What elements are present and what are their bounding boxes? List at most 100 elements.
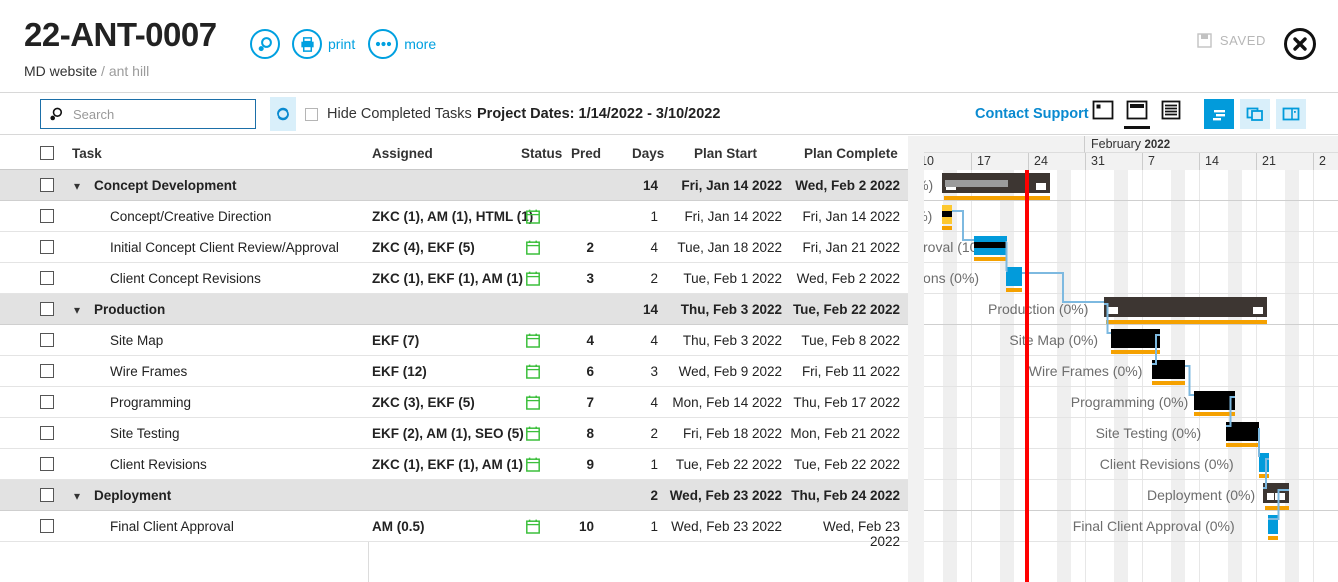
column-header-plan-start[interactable]: Plan Start: [694, 146, 757, 161]
predecessor-link[interactable]: 2: [572, 240, 594, 255]
more-label[interactable]: more: [404, 36, 436, 52]
row-checkbox[interactable]: [40, 178, 54, 192]
table-row[interactable]: Initial Concept Client Review/ApprovalZK…: [0, 232, 916, 263]
assigned-resources[interactable]: EKF (7): [372, 333, 419, 348]
table-row[interactable]: Site TestingEKF (2), AM (1), SEO (5)82Fr…: [0, 418, 916, 449]
task-name[interactable]: Concept Development: [94, 178, 237, 193]
gantt-task-bar[interactable]: [1226, 422, 1259, 441]
task-name[interactable]: Client Revisions: [110, 457, 207, 472]
hide-completed-checkbox[interactable]: [305, 108, 318, 121]
task-name[interactable]: Client Concept Revisions: [110, 271, 261, 286]
assigned-resources[interactable]: ZKC (1), EKF (1), AM (1): [372, 271, 523, 286]
mode-panel-button[interactable]: [1276, 99, 1306, 129]
collapse-caret-icon[interactable]: ▾: [74, 179, 80, 193]
assigned-resources[interactable]: ZKC (1), AM (1), HTML (1): [372, 209, 533, 224]
layout-card-view-button[interactable]: [1092, 99, 1114, 121]
gantt-row[interactable]: Site Testing (0%): [916, 418, 1338, 449]
predecessor-link[interactable]: 3: [572, 271, 594, 286]
status-calendar-icon[interactable]: [526, 395, 540, 415]
gantt-row[interactable]: Client Concept Revisions (0%): [916, 263, 1338, 294]
predecessor-link[interactable]: 8: [572, 426, 594, 441]
pane-resize-handle[interactable]: [908, 136, 924, 582]
gantt-row[interactable]: Concept Development (0%): [916, 170, 1338, 201]
table-row[interactable]: Wire FramesEKF (12)63Wed, Feb 9 2022Fri,…: [0, 356, 916, 387]
table-group-row[interactable]: ▾Deployment2Wed, Feb 23 2022Thu, Feb 24 …: [0, 480, 916, 511]
table-group-row[interactable]: ▾Concept Development14Fri, Jan 14 2022We…: [0, 170, 916, 201]
assigned-resources[interactable]: EKF (2), AM (1), SEO (5): [372, 426, 524, 441]
row-checkbox[interactable]: [40, 240, 54, 254]
gantt-row[interactable]: Concept/Creative Direction (100%): [916, 201, 1338, 232]
row-checkbox[interactable]: [40, 271, 54, 285]
table-row[interactable]: Site MapEKF (7)44Thu, Feb 3 2022Tue, Feb…: [0, 325, 916, 356]
gantt-summary-bar[interactable]: [1104, 297, 1267, 317]
layout-list-view-button[interactable]: [1160, 99, 1182, 121]
table-group-row[interactable]: ▾Production14Thu, Feb 3 2022Tue, Feb 22 …: [0, 294, 916, 325]
search-input[interactable]: [71, 106, 241, 123]
column-header-status[interactable]: Status: [521, 146, 562, 161]
breadcrumb-project[interactable]: MD website: [24, 63, 97, 79]
column-header-assigned[interactable]: Assigned: [372, 146, 433, 161]
mode-board-button[interactable]: [1240, 99, 1270, 129]
gantt-row[interactable]: Programming (0%): [916, 387, 1338, 418]
gantt-row[interactable]: Final Client Approval (0%): [916, 511, 1338, 542]
search-project-button[interactable]: [250, 29, 280, 59]
column-header-pred[interactable]: Pred: [571, 146, 601, 161]
column-header-task[interactable]: Task: [72, 146, 102, 161]
breadcrumb-item[interactable]: ant hill: [109, 63, 149, 79]
task-name[interactable]: Wire Frames: [110, 364, 187, 379]
gantt-task-bar[interactable]: [1194, 391, 1235, 410]
status-calendar-icon[interactable]: [526, 364, 540, 384]
task-name[interactable]: Deployment: [94, 488, 171, 503]
row-checkbox[interactable]: [40, 457, 54, 471]
predecessor-link[interactable]: 6: [572, 364, 594, 379]
mode-gantt-button[interactable]: [1204, 99, 1234, 129]
predecessor-link[interactable]: 7: [572, 395, 594, 410]
status-calendar-icon[interactable]: [526, 426, 540, 446]
row-checkbox[interactable]: [40, 519, 54, 533]
predecessor-link[interactable]: 4: [572, 333, 594, 348]
row-checkbox[interactable]: [40, 364, 54, 378]
status-calendar-icon[interactable]: [526, 519, 540, 539]
assigned-resources[interactable]: ZKC (3), EKF (5): [372, 395, 475, 410]
row-checkbox[interactable]: [40, 488, 54, 502]
task-name[interactable]: Programming: [110, 395, 191, 410]
status-calendar-icon[interactable]: [526, 240, 540, 260]
gantt-task-bar[interactable]: [1259, 453, 1269, 472]
row-checkbox[interactable]: [40, 333, 54, 347]
gantt-task-bar[interactable]: [1268, 515, 1278, 534]
row-checkbox[interactable]: [40, 209, 54, 223]
gantt-row[interactable]: Deployment (0%): [916, 480, 1338, 511]
status-calendar-icon[interactable]: [526, 333, 540, 353]
select-all-checkbox[interactable]: [40, 146, 54, 160]
hide-completed-tasks-toggle[interactable]: Hide Completed Tasks: [305, 106, 472, 122]
task-name[interactable]: Site Map: [110, 333, 163, 348]
refresh-button[interactable]: [270, 97, 296, 131]
column-header-days[interactable]: Days: [632, 146, 664, 161]
predecessor-link[interactable]: 10: [572, 519, 594, 534]
task-name[interactable]: Site Testing: [110, 426, 180, 441]
search-box[interactable]: [40, 99, 256, 129]
task-name[interactable]: Production: [94, 302, 165, 317]
gantt-task-bar[interactable]: [1111, 329, 1160, 348]
gantt-row[interactable]: Production (0%): [916, 294, 1338, 325]
print-button[interactable]: [292, 29, 322, 59]
collapse-caret-icon[interactable]: ▾: [74, 303, 80, 317]
table-row[interactable]: Client Concept Revisions ZKC (1), EKF (1)…: [0, 263, 916, 294]
layout-split-view-button[interactable]: [1126, 99, 1148, 121]
gantt-row[interactable]: Initial Concept Client Review/Approval (…: [916, 232, 1338, 263]
table-row[interactable]: Concept/Creative Direction ZKC (1), AM (1…: [0, 201, 916, 232]
assigned-resources[interactable]: AM (0.5): [372, 519, 425, 534]
table-row[interactable]: Final Client ApprovalAM (0.5)101Wed, Feb…: [0, 511, 916, 542]
close-button[interactable]: [1284, 28, 1316, 60]
assigned-resources[interactable]: EKF (12): [372, 364, 427, 379]
row-checkbox[interactable]: [40, 302, 54, 316]
assigned-resources[interactable]: ZKC (4), EKF (5): [372, 240, 475, 255]
collapse-caret-icon[interactable]: ▾: [74, 489, 80, 503]
task-name[interactable]: Concept/Creative Direction: [110, 209, 271, 224]
status-calendar-icon[interactable]: [526, 209, 540, 229]
gantt-row[interactable]: Site Map (0%): [916, 325, 1338, 356]
table-row[interactable]: ProgrammingZKC (3), EKF (5)74Mon, Feb 14…: [0, 387, 916, 418]
gantt-task-bar[interactable]: [1152, 360, 1185, 379]
table-row[interactable]: Client RevisionsZKC (1), EKF (1), AM (1)…: [0, 449, 916, 480]
status-calendar-icon[interactable]: [526, 271, 540, 291]
